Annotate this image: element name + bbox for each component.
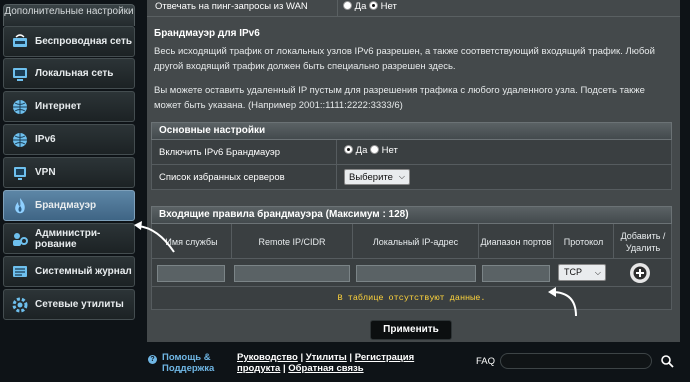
utilities-link[interactable]: Утилиты <box>306 352 347 363</box>
firewall-desc-1: Весь исходящий трафик от локальных узлов… <box>154 46 655 72</box>
sidebar-item-label: VPN <box>35 167 56 178</box>
enable-firewall-no-label: Нет <box>381 145 398 156</box>
registration-link-cont[interactable]: продукта <box>237 363 280 374</box>
firewall-desc-2: Вы можете оставить удаленный IP пустым д… <box>154 85 645 111</box>
sidebar-item-4[interactable]: VPN <box>3 157 135 188</box>
col-local-ip: Локальный IP-адрес <box>353 224 479 259</box>
sidebar-item-1[interactable]: Локальная сеть <box>3 58 135 89</box>
protocol-select-value: TCP <box>564 267 582 277</box>
inbound-rules-header: Входящие правила брандмауэра (Максимум :… <box>151 206 672 224</box>
firewall-icon <box>11 197 29 215</box>
question-icon: ? <box>148 355 157 364</box>
protocol-select[interactable]: TCP ⌵ <box>558 264 606 281</box>
annotation-arrow-table <box>548 287 577 317</box>
sidebar-item-label: Интернет <box>35 101 82 112</box>
sidebar-item-label: Беспроводная сеть <box>35 36 133 47</box>
wan-ping-label: Отвечать на пинг-запросы из WAN <box>155 1 308 12</box>
registration-link[interactable]: Регистрация <box>355 352 414 363</box>
help-line-2: Поддержка <box>162 363 215 374</box>
network-tools-icon <box>11 296 29 314</box>
enable-firewall-label: Включить IPv6 Брандмауэр <box>159 147 280 158</box>
chevron-down-icon: ⌵ <box>398 172 405 181</box>
admin-icon <box>11 230 29 248</box>
help-line-1: Помощь & <box>162 352 211 363</box>
feedback-link[interactable]: Обратная связь <box>288 363 363 374</box>
sidebar-item-label: Администри- рование <box>35 227 101 250</box>
sidebar-item-6[interactable]: Администри- рование <box>3 223 135 254</box>
syslog-icon <box>11 263 29 281</box>
col-protocol: Протокол <box>554 224 614 259</box>
wireless-icon <box>11 33 29 51</box>
chevron-down-icon: ⌵ <box>594 268 601 277</box>
sidebar-item-2[interactable]: Интернет <box>3 91 135 122</box>
sidebar-item-label: Локальная сеть <box>35 68 114 79</box>
sidebar-item-label: Системный журнал <box>35 266 132 277</box>
wan-ping-no-radio[interactable] <box>369 1 378 10</box>
favorite-servers-select-value: Выберите <box>349 171 393 183</box>
footer: ? Помощь & Поддержка Руководство | Утили… <box>0 342 690 382</box>
manual-link[interactable]: Руководство <box>237 352 298 363</box>
enable-firewall-row: Включить IPv6 Брандмауэр Да Нет <box>151 140 672 165</box>
empty-table-message: В таблице отсутствуют данные. <box>151 287 672 310</box>
sidebar-header: Дополнительные настройки <box>3 4 135 26</box>
sidebar-item-7[interactable]: Системный журнал <box>3 256 135 287</box>
col-remote-ip: Remote IP/CIDR <box>232 224 353 259</box>
lan-icon <box>11 65 29 83</box>
search-icon <box>661 355 674 368</box>
firewall-ipv6-title: Брандмауэр для IPv6 <box>154 28 260 39</box>
sidebar-item-label: IPv6 <box>35 134 56 145</box>
enable-firewall-yes-radio[interactable] <box>344 145 353 154</box>
plus-icon <box>633 266 647 280</box>
vpn-icon <box>11 164 29 182</box>
add-rule-button[interactable] <box>630 263 650 283</box>
wan-ping-yes-radio[interactable] <box>343 1 352 10</box>
sidebar-item-3[interactable]: IPv6 <box>3 124 135 155</box>
sidebar-item-5[interactable]: Брандмауэр <box>3 190 135 221</box>
wan-ping-yes-label: Да <box>354 1 367 12</box>
sidebar-item-0[interactable]: Беспроводная сеть <box>3 26 135 57</box>
service-name-input[interactable] <box>157 265 225 282</box>
sidebar: Дополнительные настройки Беспроводная се… <box>3 0 135 330</box>
apply-button[interactable]: Применить <box>370 320 452 340</box>
wan-ping-options: Да Нет <box>343 1 397 12</box>
search-button[interactable] <box>658 352 676 370</box>
wan-ping-row: Отвечать на пинг-запросы из WAN Да Нет <box>147 0 680 17</box>
help-support-link[interactable]: ? Помощь & Поддержка <box>148 352 214 374</box>
favorite-servers-row: Список избранных серверов Выберите ⌵ <box>151 165 672 190</box>
globe-icon <box>11 98 29 116</box>
rules-input-row: TCP ⌵ <box>151 259 672 287</box>
remote-ip-input[interactable] <box>234 265 350 282</box>
enable-firewall-yes-label: Да <box>355 145 368 156</box>
enable-firewall-no-radio[interactable] <box>370 145 379 154</box>
col-port-range: Диапазон портов <box>479 224 554 259</box>
wan-ping-no-label: Нет <box>380 1 397 12</box>
ipv6-globe-icon <box>11 131 29 149</box>
rules-table-header: Имя службы Remote IP/CIDR Локальный IP-а… <box>151 224 672 259</box>
favorite-servers-select[interactable]: Выберите ⌵ <box>344 169 410 185</box>
annotation-arrow-sidebar <box>134 221 175 253</box>
favorite-servers-label: Список избранных серверов <box>159 172 285 183</box>
faq-search-input[interactable] <box>500 353 652 369</box>
basic-settings-header: Основные настройки <box>151 122 672 140</box>
faq-label: FAQ <box>476 356 496 367</box>
local-ip-input[interactable] <box>356 265 476 282</box>
footer-links: Руководство | Утилиты | Регистрация прод… <box>237 352 415 374</box>
sidebar-item-8[interactable]: Сетевые утилиты <box>3 289 135 320</box>
sidebar-item-label: Брандмауэр <box>35 200 97 211</box>
port-range-input[interactable] <box>482 265 550 282</box>
sidebar-item-label: Сетевые утилиты <box>35 299 124 310</box>
col-add-remove: Добавить / Удалить <box>620 230 666 253</box>
main-panel: Отвечать на пинг-запросы из WAN Да Нет Б… <box>147 0 680 342</box>
